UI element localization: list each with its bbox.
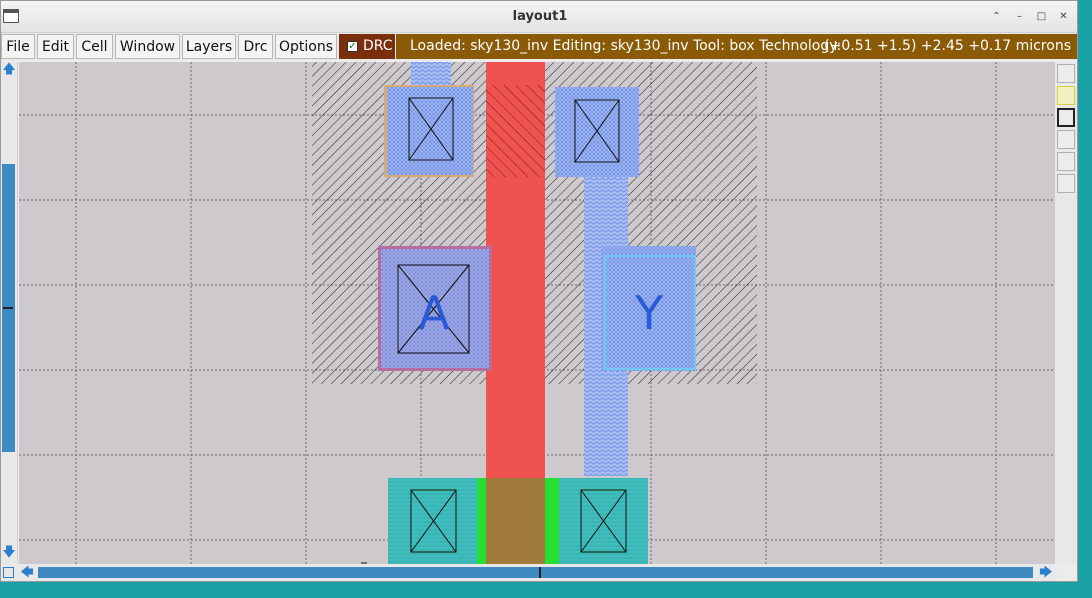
vertical-scrollbar[interactable]: 🡅 🡇 [1, 62, 18, 564]
drc-toggle[interactable]: ✓ DRC [339, 34, 395, 59]
menu-layers[interactable]: Layers [182, 34, 236, 59]
layout-canvas[interactable]: A Y [19, 62, 1055, 564]
toolbox-button-6[interactable] [1057, 174, 1075, 193]
menu-edit[interactable]: Edit [37, 34, 74, 59]
toolbox-button-3[interactable] [1057, 108, 1075, 127]
drc-checkbox[interactable]: ✓ [347, 41, 358, 52]
layout-drawing[interactable]: A Y [19, 62, 1055, 564]
menu-window[interactable]: Window [115, 34, 180, 59]
maximize-button[interactable]: □ [1032, 8, 1051, 25]
pin-label-y: Y [634, 286, 664, 340]
window-title: layout1 [512, 9, 568, 24]
horizontal-scrollbar[interactable]: 🡄 🡆 [18, 564, 1057, 581]
toolbox-button-2[interactable] [1057, 86, 1075, 105]
toolbox-button-1[interactable] [1057, 64, 1075, 83]
toolbox-button-4[interactable] [1057, 130, 1075, 149]
scroll-up-icon[interactable]: 🡅 [2, 63, 16, 77]
menu-cell[interactable]: Cell [76, 34, 113, 59]
poly-gate-overlap [486, 85, 545, 177]
menu-file[interactable]: File [1, 34, 35, 59]
menu-drc[interactable]: Drc [238, 34, 273, 59]
drc-label: DRC [363, 38, 393, 54]
local-interconnect-top-left [411, 62, 451, 87]
close-button[interactable]: ✕ [1054, 8, 1073, 25]
pin-label-a: A [418, 286, 450, 340]
poly-over-diffusion [486, 478, 545, 564]
cursor-coordinates: (+0.51 +1.5) +2.45 +0.17 microns [824, 38, 1071, 54]
vertical-position-marker [3, 307, 13, 309]
scroll-right-icon[interactable]: 🡆 [1039, 566, 1053, 580]
minimize-button[interactable]: – [1010, 8, 1029, 25]
scroll-down-icon[interactable]: 🡇 [2, 546, 16, 560]
toolbox-button-5[interactable] [1057, 152, 1075, 171]
zoom-icon[interactable] [3, 567, 14, 578]
horizontal-scroll-thumb[interactable] [38, 567, 1033, 578]
horizontal-position-marker [539, 567, 541, 578]
scroll-left-icon[interactable]: 🡄 [20, 566, 34, 580]
status-text: Loaded: sky130_inv Editing: sky130_inv T… [410, 38, 842, 54]
title-bar: layout1 ⌃ – □ ✕ [1, 1, 1077, 33]
layer-toolbox [1055, 62, 1077, 564]
zoom-box-corner[interactable] [1, 564, 18, 581]
status-bar: Loaded: sky130_inv Editing: sky130_inv T… [396, 34, 1077, 59]
app-window: layout1 ⌃ – □ ✕ File Edit Cell Window La… [0, 0, 1078, 582]
menu-options[interactable]: Options [275, 34, 337, 59]
shade-button[interactable]: ⌃ [987, 8, 1006, 25]
